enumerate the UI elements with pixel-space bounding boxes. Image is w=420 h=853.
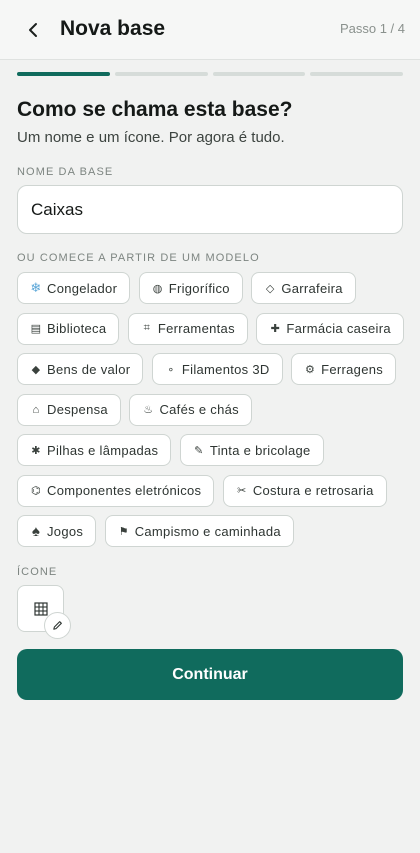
- battery-icon: ✱: [31, 444, 41, 457]
- template-chip-label: Ferragens: [321, 361, 384, 377]
- progress-segment-2: [114, 72, 208, 76]
- paint-icon: ✎: [194, 444, 204, 457]
- pencil-icon: [53, 621, 62, 630]
- template-chip-label: Campismo e caminhada: [134, 523, 281, 539]
- template-chip-bottle[interactable]: ◇ Garrafeira: [251, 272, 356, 304]
- template-chip-label: Pilhas e lâmpadas: [47, 442, 159, 458]
- chevron-left-icon: [29, 23, 37, 37]
- template-chip-label: Tinta e bricolage: [209, 442, 311, 458]
- template-chip-label: Componentes eletrónicos: [47, 483, 202, 498]
- gear-icon: ⚙: [305, 363, 316, 376]
- template-chips: ❄ Congelador ◍ Frigorífico ◇ Garrafeira ▤ Bibli…: [17, 272, 407, 547]
- grid-icon: [33, 601, 48, 616]
- template-chip-pantry[interactable]: ⌂ Despensa: [17, 393, 121, 426]
- page-title: Nova base: [60, 17, 166, 40]
- template-chip-fridge[interactable]: ◍ Frigorífico: [138, 272, 243, 304]
- chip-icon: ⌬: [31, 485, 41, 497]
- template-chip-books[interactable]: ▤ Biblioteca: [17, 312, 120, 345]
- template-chip-spade[interactable]: ♠ Jogos: [17, 515, 97, 547]
- template-chip-label: Costura e retrosaria: [252, 483, 374, 498]
- template-chip-label: Jogos: [47, 523, 84, 539]
- pantry-icon: ⌂: [32, 403, 40, 416]
- progress-segment-1: [17, 72, 110, 76]
- template-chip-tools[interactable]: ⌗ Ferramentas: [127, 312, 248, 345]
- template-chip-snowflake[interactable]: ❄ Congelador: [17, 272, 131, 304]
- progress-segment-3: [212, 72, 306, 76]
- template-chip-paint[interactable]: ✎ Tinta e bricolage: [179, 434, 324, 466]
- fridge-icon: ◍: [152, 282, 163, 295]
- template-chip-label: Filamentos 3D: [181, 361, 270, 377]
- coffee-icon: ♨: [143, 404, 154, 416]
- app-header: Nova base Passo 1 / 4: [0, 0, 420, 60]
- pharmacy-icon: ✚: [270, 323, 281, 335]
- template-chip-pharmacy[interactable]: ✚ Farmácia caseira: [256, 312, 404, 345]
- template-chip-battery[interactable]: ✱ Pilhas e lâmpadas: [17, 434, 172, 466]
- template-chip-flag[interactable]: ⚑ Campismo e caminhada: [104, 515, 294, 547]
- templates-label: OU COMECE A PARTIR DE UM MODELO: [17, 252, 260, 264]
- bottle-icon: ◇: [265, 282, 275, 295]
- form-subheading: Um nome e um ícone. Por agora é tudo.: [17, 129, 285, 146]
- template-chip-filament[interactable]: ∘ Filamentos 3D: [151, 353, 283, 385]
- template-chip-label: Ferramentas: [157, 321, 235, 336]
- spade-icon: ♠: [31, 522, 41, 540]
- form-heading: Como se chama esta base?: [17, 98, 293, 121]
- edit-icon-button[interactable]: [44, 612, 71, 639]
- icon-label: ÍCONE: [17, 566, 58, 578]
- back-button[interactable]: [20, 16, 48, 44]
- template-chip-label: Bens de valor: [47, 361, 131, 377]
- template-chip-diamond[interactable]: ◆ Bens de valor: [17, 353, 144, 385]
- progress-segment-4: [310, 72, 403, 76]
- diamond-icon: ◆: [31, 363, 41, 376]
- template-chip-scissors[interactable]: ✂ Costura e retrosaria: [222, 474, 387, 507]
- template-chip-gear[interactable]: ⚙ Ferragens: [291, 353, 397, 385]
- template-chip-label: Cafés e chás: [159, 402, 239, 417]
- template-chip-chip[interactable]: ⌬ Componentes eletrónicos: [17, 474, 215, 507]
- step-indicator: Passo 1 / 4: [339, 21, 405, 36]
- base-name-input[interactable]: [17, 185, 403, 234]
- template-chip-label: Biblioteca: [47, 321, 107, 336]
- template-chip-label: Congelador: [47, 280, 118, 296]
- flag-icon: ⚑: [118, 525, 129, 538]
- continue-button[interactable]: Continuar: [17, 649, 403, 700]
- scissors-icon: ✂: [237, 485, 247, 497]
- template-chip-label: Garrafeira: [281, 280, 343, 296]
- name-label: NOME DA BASE: [17, 166, 114, 178]
- template-chip-label: Frigorífico: [168, 280, 230, 296]
- template-chip-label: Farmácia caseira: [286, 321, 391, 336]
- template-chip-label: Despensa: [47, 402, 108, 417]
- books-icon: ▤: [30, 323, 42, 335]
- filament-icon: ∘: [167, 363, 175, 376]
- template-chip-coffee[interactable]: ♨ Cafés e chás: [129, 393, 252, 426]
- progress-bar: [17, 72, 403, 76]
- snowflake-icon: ❄: [30, 280, 42, 295]
- tools-icon: ⌗: [143, 322, 151, 334]
